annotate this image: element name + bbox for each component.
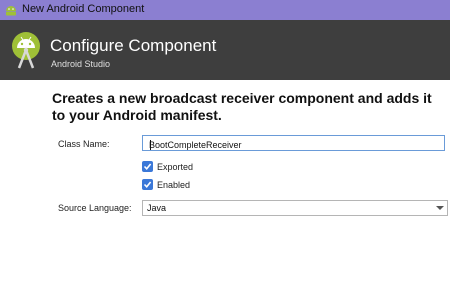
window-titlebar[interactable]: New Android Component — [0, 0, 450, 20]
component-description: Creates a new broadcast receiver compone… — [52, 90, 432, 123]
android-icon — [6, 6, 16, 16]
enabled-label: Enabled — [157, 180, 191, 190]
class-name-input[interactable]: BootCompleteReceiver — [142, 135, 445, 151]
header-banner: Configure Component Android Studio — [0, 20, 450, 80]
page-title: Configure Component — [50, 36, 217, 55]
class-name-value: BootCompleteReceiver — [149, 140, 242, 150]
page-subtitle: Android Studio — [51, 59, 111, 69]
form-panel: Creates a new broadcast receiver compone… — [0, 80, 450, 300]
class-name-label: Class Name: — [58, 139, 110, 149]
exported-checkbox[interactable] — [142, 161, 153, 172]
android-studio-logo-icon — [12, 32, 40, 69]
window-title: New Android Component — [22, 3, 145, 15]
chevron-down-icon — [436, 206, 444, 210]
exported-label: Exported — [157, 162, 194, 172]
source-language-select[interactable]: Java — [142, 200, 448, 216]
checkmark-icon — [143, 181, 152, 189]
source-language-label: Source Language: — [58, 203, 132, 213]
enabled-checkbox[interactable] — [142, 179, 153, 190]
text-caret — [150, 140, 151, 150]
source-language-value: Java — [147, 203, 167, 213]
checkmark-icon — [143, 163, 152, 171]
